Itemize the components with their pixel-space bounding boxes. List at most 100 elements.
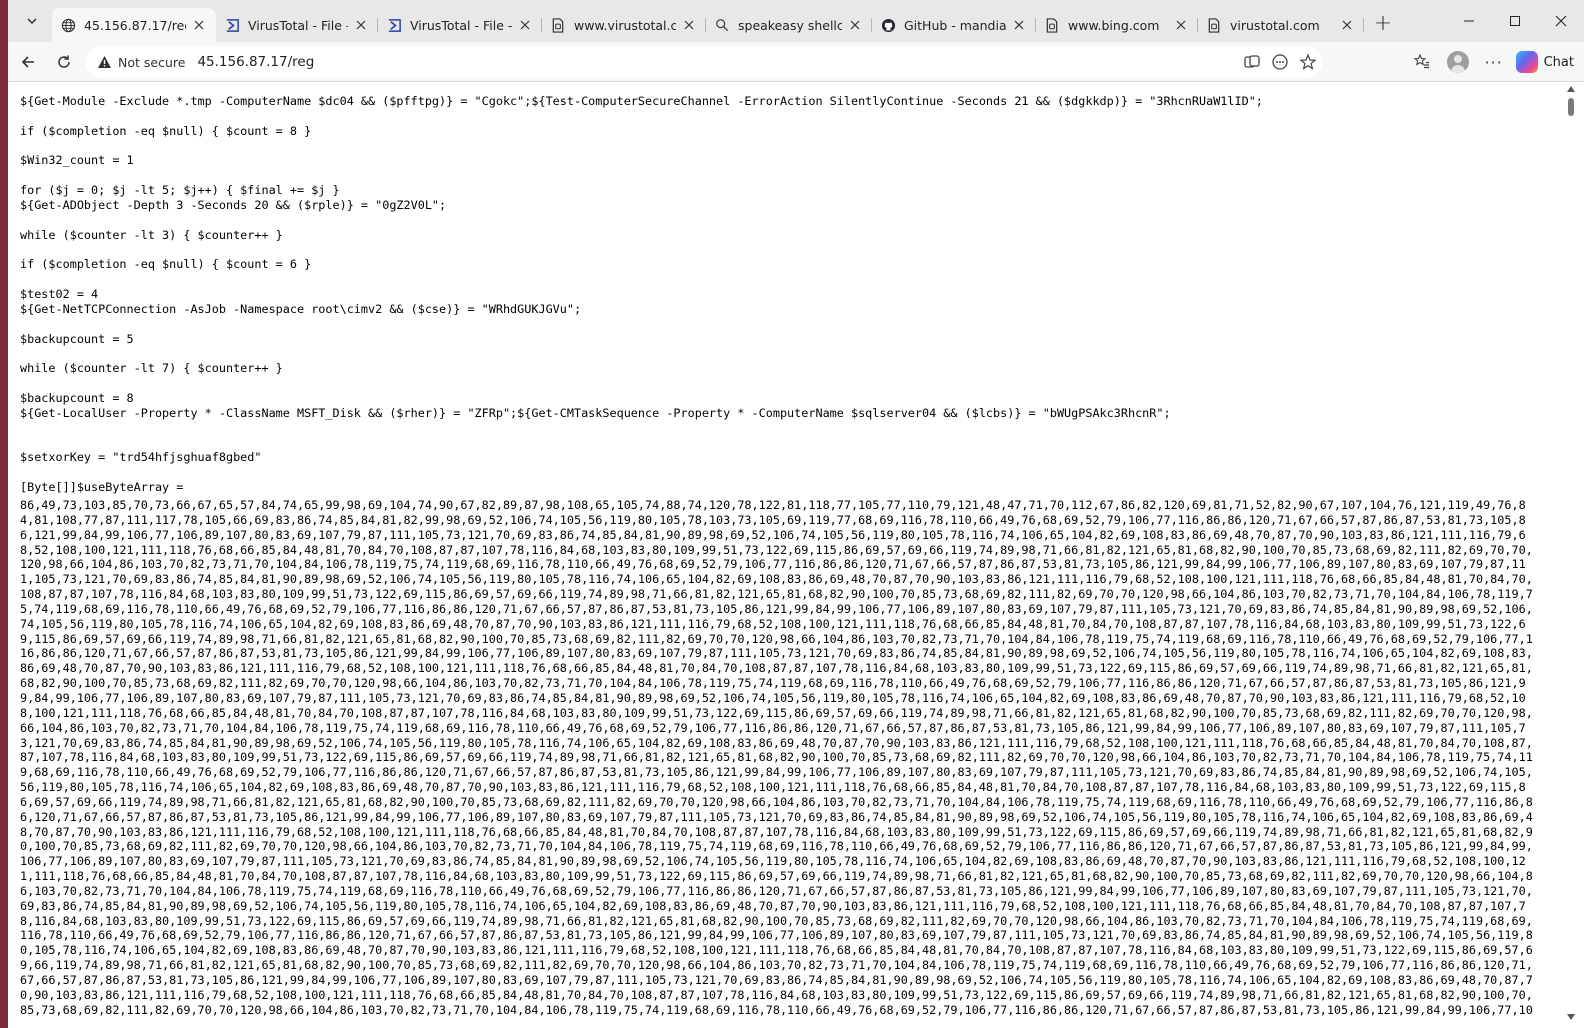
- script-line: if ($completion -eq $null) { $count = 6 …: [20, 257, 312, 272]
- tab-title: speakeasy shellcode: [738, 17, 842, 33]
- more-circle-icon: [1272, 54, 1288, 70]
- minimize-icon: [1464, 20, 1474, 22]
- script-line: [20, 242, 1540, 257]
- tab-close-button[interactable]: [1172, 16, 1190, 34]
- scrollbar-thumb[interactable]: [1568, 98, 1574, 116]
- maximize-icon: [1510, 16, 1520, 26]
- script-line: [Byte[]]$useByteArray =: [20, 479, 184, 494]
- tab-5[interactable]: speakeasy shellcode: [706, 8, 872, 42]
- immersive-reader-button[interactable]: [1238, 48, 1266, 76]
- script-line: $Win32_count = 1: [20, 153, 134, 168]
- address-bar-actions: [1238, 46, 1322, 78]
- tab-close-button[interactable]: [846, 16, 864, 34]
- tab-title: www.virustotal.com: [574, 17, 676, 33]
- page-icon: [1206, 17, 1222, 33]
- script-line: [20, 465, 1540, 480]
- tab-4[interactable]: www.virustotal.com: [542, 8, 706, 42]
- virustotal-icon: [386, 17, 402, 33]
- scroll-up-arrow-icon[interactable]: [1567, 86, 1575, 92]
- window-controls: [1446, 0, 1584, 42]
- script-line: if ($completion -eq $null) { $count = 8 …: [20, 123, 312, 138]
- browser-toolbar: Not secure 45.156.87.17/reg ··· Chat: [8, 42, 1584, 82]
- maximize-button[interactable]: [1492, 0, 1538, 42]
- vertical-scrollbar[interactable]: [1564, 82, 1578, 1028]
- favorites-icon: [1413, 53, 1429, 69]
- powershell-script-text: ${Get-Module -Exclude *.tmp -ComputerNam…: [20, 94, 1540, 495]
- close-icon: [1014, 20, 1024, 30]
- settings-menu-button[interactable]: ···: [1476, 44, 1512, 80]
- chevron-down-icon: [27, 18, 37, 25]
- scroll-down-arrow-icon[interactable]: [1567, 1014, 1575, 1020]
- minimize-button[interactable]: [1446, 0, 1492, 42]
- tab-8[interactable]: virustotal.com: [1198, 8, 1364, 42]
- profile-button[interactable]: [1440, 44, 1476, 80]
- copilot-chat-button[interactable]: Chat: [1512, 46, 1584, 78]
- search-icon: [714, 17, 730, 33]
- script-line: while ($counter -lt 7) { $counter++ }: [20, 361, 283, 376]
- script-line: while ($counter -lt 3) { $counter++ }: [20, 227, 283, 242]
- avatar: [1446, 51, 1469, 73]
- warning-icon[interactable]: [96, 54, 112, 70]
- tab-strip: 45.156.87.17/reg VirusTotal - File - de Vi…: [8, 0, 1584, 42]
- close-window-button[interactable]: [1538, 0, 1584, 42]
- ellipsis-icon: ···: [1484, 52, 1503, 72]
- script-line: [20, 168, 1540, 183]
- script-line: ${Get-NetTCPConnection -AsJob -Namespace…: [20, 301, 582, 316]
- close-icon: [1555, 15, 1567, 27]
- script-line: $setxorKey = "trd54hfjsghuaf8gbed": [20, 450, 262, 465]
- favorite-star-button[interactable]: [1294, 48, 1322, 76]
- script-line: [20, 272, 1540, 287]
- script-line: $backupcount = 8: [20, 390, 134, 405]
- script-line: [20, 139, 1540, 154]
- script-line: [20, 346, 1540, 361]
- close-icon: [1342, 20, 1352, 30]
- toolbar-right: ··· Chat: [1404, 42, 1584, 82]
- tab-title: VirusTotal - File - de: [248, 17, 348, 33]
- tab-close-button[interactable]: [680, 16, 698, 34]
- globe-icon: [60, 17, 76, 33]
- url-text[interactable]: 45.156.87.17/reg: [197, 54, 314, 70]
- tab-close-button[interactable]: [1338, 16, 1356, 34]
- script-line: $test02 = 4: [20, 286, 99, 301]
- extensions-button[interactable]: [1266, 48, 1294, 76]
- tab-7[interactable]: www.bing.com: [1036, 8, 1198, 42]
- script-line: ${Get-Module -Exclude *.tmp -ComputerNam…: [20, 94, 1263, 108]
- script-line: ${Get-LocalUser -Property * -ClassName M…: [20, 405, 1171, 420]
- tab-3[interactable]: VirusTotal - File - 27: [378, 8, 542, 42]
- favorites-button[interactable]: [1404, 44, 1440, 80]
- refresh-button[interactable]: [48, 46, 80, 78]
- close-icon: [356, 20, 366, 30]
- tab-actions-menu-button[interactable]: [18, 7, 46, 35]
- github-icon: [880, 17, 896, 33]
- copilot-icon: [1515, 51, 1538, 73]
- chat-label: Chat: [1543, 54, 1574, 70]
- close-icon: [850, 20, 860, 30]
- script-line: ${Get-ADObject -Depth 3 -Seconds 20 && (…: [20, 197, 447, 212]
- tab-6[interactable]: GitHub - mandiant/s: [872, 8, 1036, 42]
- browser-window: 45.156.87.17/reg VirusTotal - File - de Vi…: [8, 0, 1584, 1028]
- tab-2[interactable]: VirusTotal - File - de: [216, 8, 378, 42]
- refresh-icon: [58, 55, 70, 68]
- tab-close-button[interactable]: [1010, 16, 1028, 34]
- close-icon: [194, 20, 204, 30]
- new-tab-button[interactable]: +: [1368, 8, 1398, 38]
- plus-icon: +: [1373, 10, 1393, 36]
- tab-title: virustotal.com: [1230, 17, 1320, 33]
- script-line: [20, 109, 1540, 124]
- close-icon: [520, 20, 530, 30]
- tab-close-button[interactable]: [190, 16, 208, 34]
- virustotal-icon: [224, 17, 240, 33]
- script-line: for ($j = 0; $j -lt 5; $j++) { $final +=…: [20, 183, 340, 198]
- script-line: [20, 435, 1540, 450]
- tab-1[interactable]: 45.156.87.17/reg: [52, 8, 216, 42]
- back-button[interactable]: [12, 46, 44, 78]
- script-line: [20, 376, 1540, 391]
- page-icon: [550, 17, 566, 33]
- tab-close-button[interactable]: [516, 16, 534, 34]
- app-available-icon: [1244, 55, 1260, 68]
- tab-close-button[interactable]: [352, 16, 370, 34]
- script-line: [20, 213, 1540, 228]
- address-bar[interactable]: Not secure 45.156.87.17/reg: [86, 46, 1322, 78]
- script-line: [20, 421, 1540, 436]
- not-secure-label[interactable]: Not secure: [118, 55, 185, 70]
